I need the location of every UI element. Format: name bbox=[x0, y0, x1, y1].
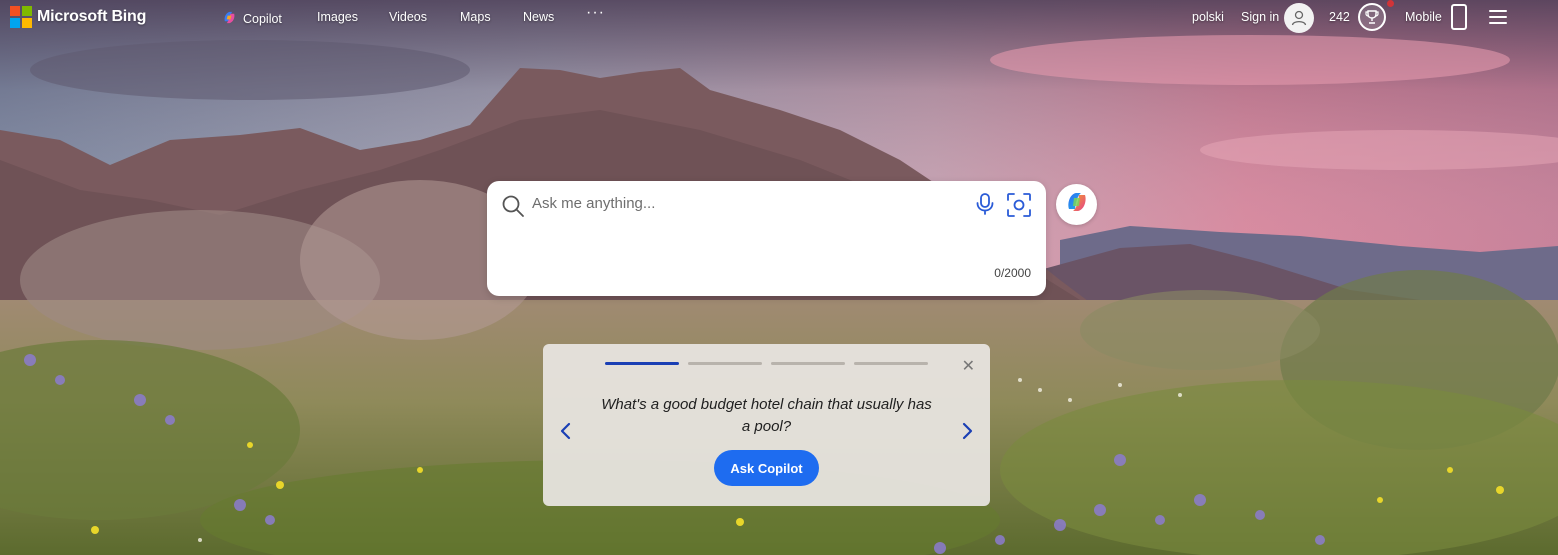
rewards-trophy-icon[interactable] bbox=[1358, 3, 1386, 31]
nav-maps[interactable]: Maps bbox=[460, 10, 491, 24]
microphone-icon[interactable] bbox=[975, 192, 995, 221]
nav-images[interactable]: Images bbox=[317, 10, 358, 24]
search-box: 0/2000 bbox=[487, 181, 1046, 296]
brand-name: Microsoft Bing bbox=[37, 8, 147, 25]
search-icon bbox=[501, 194, 525, 223]
bing-logo[interactable]: Microsoft Bing bbox=[10, 6, 146, 28]
chevron-right-icon[interactable] bbox=[962, 421, 974, 446]
hamburger-menu-icon[interactable] bbox=[1489, 10, 1507, 24]
nav-videos[interactable]: Videos bbox=[389, 10, 427, 24]
copilot-logo-icon bbox=[1064, 189, 1090, 220]
nav-copilot[interactable]: Copilot bbox=[222, 10, 282, 28]
microsoft-logo-icon bbox=[10, 6, 32, 28]
chevron-left-icon[interactable] bbox=[559, 421, 571, 446]
progress-step-4 bbox=[854, 362, 928, 365]
top-bar: Microsoft Bing Copilot Images Videos Map… bbox=[0, 0, 1558, 36]
suggestion-progress bbox=[605, 362, 928, 365]
sign-in-link[interactable]: Sign in bbox=[1241, 10, 1279, 24]
mobile-link[interactable]: Mobile bbox=[1405, 10, 1442, 24]
user-avatar-icon[interactable] bbox=[1284, 3, 1314, 33]
ask-copilot-button[interactable]: Ask Copilot bbox=[714, 450, 819, 486]
progress-step-2 bbox=[688, 362, 762, 365]
character-counter: 0/2000 bbox=[994, 266, 1031, 280]
nav-label: Copilot bbox=[243, 12, 282, 26]
visual-search-icon[interactable] bbox=[1006, 192, 1032, 223]
copilot-button[interactable] bbox=[1056, 184, 1097, 225]
copilot-icon bbox=[222, 10, 237, 28]
more-menu-button[interactable]: ··· bbox=[586, 4, 605, 22]
suggestion-question: What's a good budget hotel chain that us… bbox=[601, 396, 932, 435]
notification-dot bbox=[1387, 0, 1394, 7]
language-link[interactable]: polski bbox=[1192, 10, 1224, 24]
suggestion-card: ✕ What's a good budget hotel chain that … bbox=[543, 344, 990, 506]
mobile-phone-icon[interactable] bbox=[1451, 4, 1467, 30]
search-input[interactable] bbox=[532, 195, 952, 212]
rewards-points[interactable]: 242 bbox=[1329, 10, 1350, 24]
nav-news[interactable]: News bbox=[523, 10, 554, 24]
close-icon[interactable]: ✕ bbox=[962, 356, 975, 376]
progress-step-3 bbox=[771, 362, 845, 365]
progress-step-1 bbox=[605, 362, 679, 365]
